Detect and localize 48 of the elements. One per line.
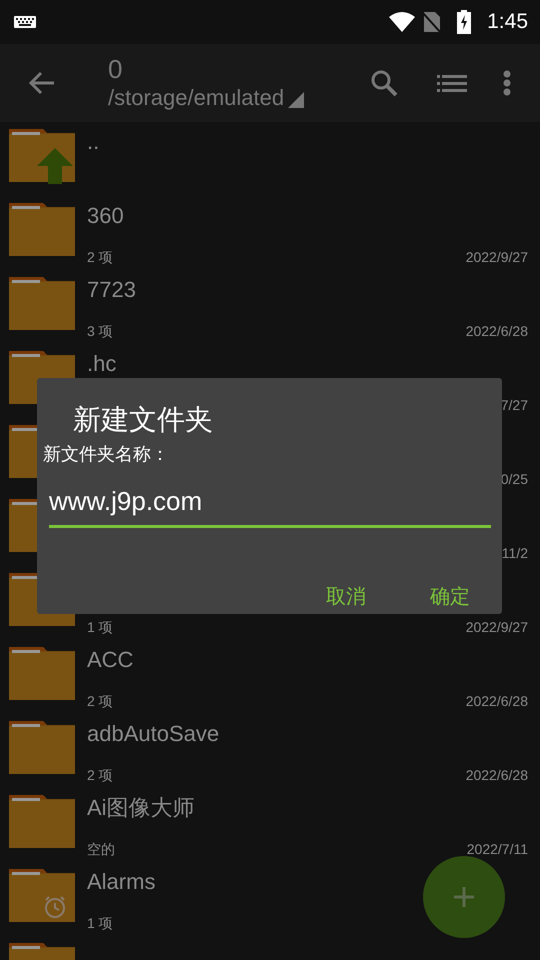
modified-date: 2022/6/28	[466, 766, 529, 784]
wifi-icon	[389, 12, 416, 32]
field-label: 新文件夹名称：	[43, 443, 170, 466]
file-name: ..	[87, 129, 100, 154]
modified-date: 2022/6/28	[466, 692, 529, 710]
folder-icon	[9, 274, 75, 332]
dropdown-corner-icon[interactable]	[288, 92, 304, 108]
modified-date: 11/2	[502, 544, 529, 562]
more-icon[interactable]	[503, 70, 511, 96]
dialog-button[interactable]: 确定	[422, 576, 478, 618]
modified-date: 2022/9/27	[466, 618, 529, 636]
item-count: 3 项	[87, 322, 113, 340]
item-count: 2 项	[87, 248, 113, 266]
folder-icon	[9, 718, 75, 776]
status-time: 1:45	[487, 9, 528, 36]
keyboard-icon	[14, 16, 36, 28]
folder-icon	[9, 644, 75, 702]
file-name: 360	[87, 203, 124, 228]
modified-date: 2022/9/27	[466, 248, 529, 266]
item-count: 2 项	[87, 766, 113, 784]
folder-icon	[9, 792, 75, 850]
battery-icon	[457, 10, 472, 34]
path-dropdown[interactable]: /storage/emulated	[108, 84, 284, 112]
modified-date: 7/27	[500, 396, 529, 414]
list-icon[interactable]	[437, 73, 467, 93]
file-name: adbAutoSave	[87, 721, 220, 746]
item-count: 2 项	[87, 692, 113, 710]
alarm-folder-icon	[9, 866, 75, 924]
dialog-button[interactable]: 取消	[318, 576, 374, 618]
modified-date: 0/25	[500, 470, 529, 488]
modified-date: 2022/7/11	[466, 840, 529, 858]
modified-date: 2022/6/28	[466, 322, 529, 340]
folder-name-field[interactable]: www.j9p.com	[49, 478, 491, 528]
folder-title: 0	[108, 54, 124, 84]
file-name: 7723	[87, 277, 136, 302]
file-name: .hc	[87, 351, 116, 376]
dialog-title: 新建文件夹	[73, 403, 214, 437]
file-name: ACC	[87, 647, 134, 672]
item-count: 空的	[87, 840, 115, 858]
file-name: Alarms	[87, 869, 156, 894]
search-icon[interactable]	[370, 69, 398, 97]
item-count: 1 项	[87, 618, 113, 636]
no-sim-icon	[423, 11, 442, 33]
up-folder-icon	[9, 126, 75, 184]
file-name: Ai图像大师	[87, 795, 195, 820]
back-arrow-icon[interactable]	[28, 71, 56, 95]
item-count: 1 项	[87, 914, 113, 932]
folder-icon	[9, 200, 75, 258]
